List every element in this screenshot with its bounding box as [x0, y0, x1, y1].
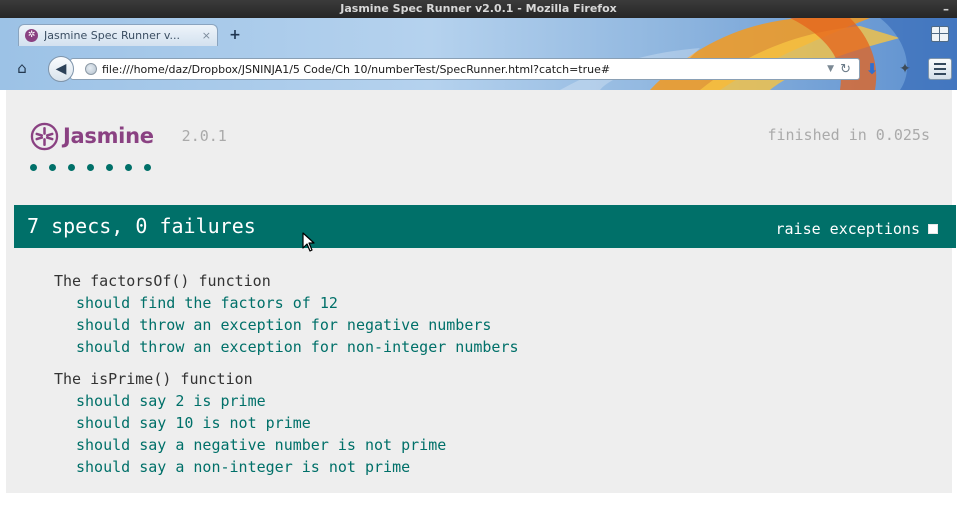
- tab-title: Jasmine Spec Runner v...: [44, 29, 180, 42]
- tab-groups-icon[interactable]: [931, 26, 949, 42]
- spec-passed-dot: [49, 164, 56, 171]
- tab-close-icon[interactable]: ×: [202, 29, 211, 42]
- jasmine-reporter: Jasmine 2.0.1 finished in 0.025s 7 specs…: [6, 90, 956, 493]
- spec-status-dots: [30, 164, 151, 171]
- spec-link[interactable]: should find the factors of 12: [54, 292, 519, 314]
- suite: The isPrime() function should say 2 is pr…: [54, 368, 519, 478]
- jasmine-favicon-icon: ✲: [25, 29, 38, 42]
- addon-icon[interactable]: ✦: [896, 60, 914, 78]
- spec-passed-dot: [125, 164, 132, 171]
- jasmine-logo-text: Jasmine: [63, 124, 154, 148]
- spec-passed-dot: [30, 164, 37, 171]
- url-history-dropdown-icon[interactable]: ▼: [827, 64, 834, 74]
- results-summary: 7 specs, 0 failures: [27, 214, 256, 238]
- raise-exceptions-option[interactable]: raise exceptions: [775, 220, 938, 238]
- suite-name-link[interactable]: The isPrime() function: [54, 370, 253, 388]
- globe-icon: [85, 63, 97, 75]
- spec-link[interactable]: should throw an exception for non-intege…: [54, 336, 519, 358]
- spec-link[interactable]: should say a negative number is not prim…: [54, 434, 519, 456]
- reload-icon[interactable]: ↻: [840, 62, 851, 77]
- page-viewport: Jasmine 2.0.1 finished in 0.025s 7 specs…: [0, 90, 957, 531]
- spec-link[interactable]: should throw an exception for negative n…: [54, 314, 519, 336]
- raise-exceptions-label: raise exceptions: [775, 220, 921, 238]
- mouse-cursor-icon: [302, 232, 315, 252]
- spec-passed-dot: [68, 164, 75, 171]
- browser-tab[interactable]: ✲ Jasmine Spec Runner v... ×: [18, 24, 218, 46]
- jasmine-logo-icon: [30, 122, 59, 150]
- suite: The factorsOf() function should find the …: [54, 270, 519, 358]
- browser-chrome: ✲ Jasmine Spec Runner v... × + ⌂ file://…: [0, 18, 957, 90]
- spec-results-list: The factorsOf() function should find the …: [54, 270, 519, 488]
- download-icon[interactable]: ⬇: [864, 60, 880, 78]
- spec-passed-dot: [144, 164, 151, 171]
- url-bar[interactable]: file:///home/daz/Dropbox/JSNINJA1/5 Code…: [70, 58, 860, 80]
- home-icon[interactable]: ⌂: [12, 59, 32, 77]
- window-title-bar: Jasmine Spec Runner v2.0.1 - Mozilla Fir…: [0, 0, 957, 18]
- navigation-bar: ⌂ file:///home/daz/Dropbox/JSNINJA1/5 Co…: [0, 46, 957, 90]
- minimize-button[interactable]: –: [943, 0, 949, 18]
- window-title: Jasmine Spec Runner v2.0.1 - Mozilla Fir…: [340, 2, 617, 15]
- run-duration: finished in 0.025s: [767, 126, 930, 144]
- hamburger-menu-icon[interactable]: [928, 58, 952, 80]
- spec-link[interactable]: should say 10 is not prime: [54, 412, 519, 434]
- back-arrow-icon[interactable]: ◀: [48, 56, 74, 82]
- results-summary-bar: 7 specs, 0 failures raise exceptions: [14, 205, 956, 248]
- jasmine-banner: Jasmine 2.0.1: [30, 120, 227, 152]
- new-tab-button[interactable]: +: [226, 27, 244, 43]
- spec-link[interactable]: should say 2 is prime: [54, 390, 519, 412]
- jasmine-version: 2.0.1: [181, 127, 227, 145]
- spec-link[interactable]: should say a non-integer is not prime: [54, 456, 519, 478]
- url-text[interactable]: file:///home/daz/Dropbox/JSNINJA1/5 Code…: [102, 63, 827, 76]
- suite-name-link[interactable]: The factorsOf() function: [54, 272, 271, 290]
- spec-passed-dot: [106, 164, 113, 171]
- spec-passed-dot: [87, 164, 94, 171]
- raise-exceptions-checkbox[interactable]: [928, 224, 938, 234]
